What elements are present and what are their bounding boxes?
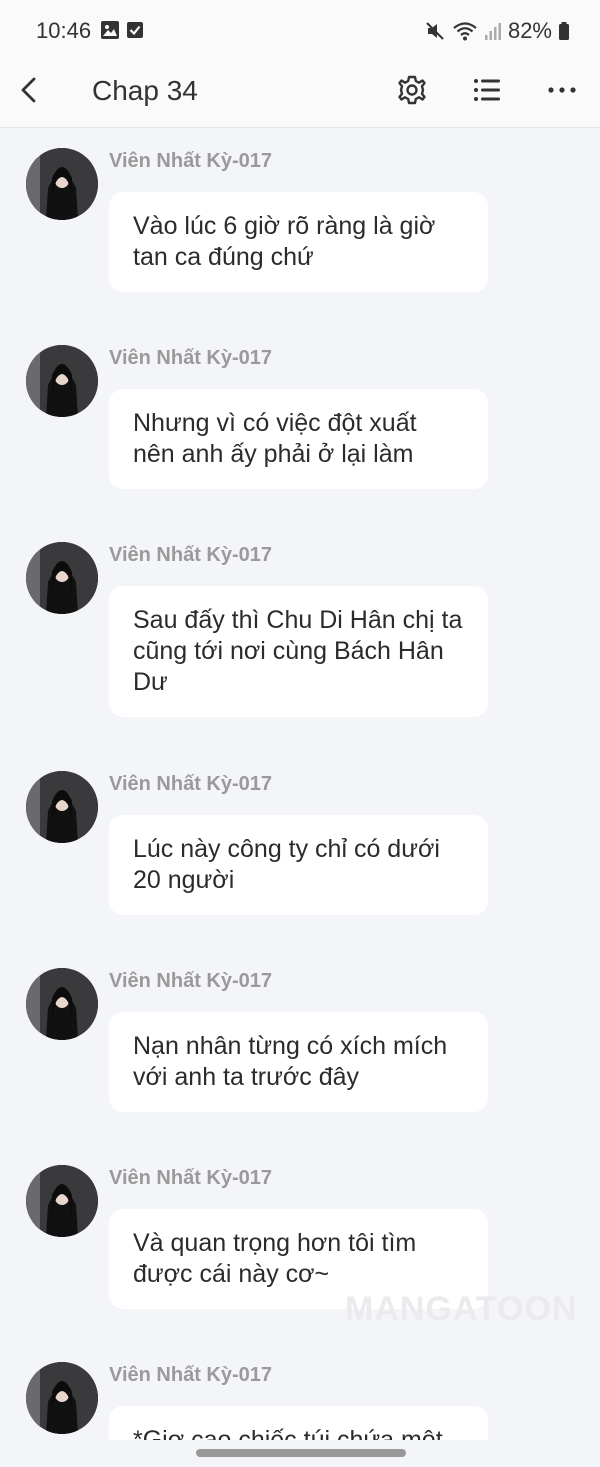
message-bubble: Nhưng vì có việc đột xuất nên anh ấy phả… bbox=[109, 389, 488, 489]
list-icon[interactable] bbox=[471, 74, 503, 106]
mute-icon bbox=[426, 22, 444, 40]
avatar-image bbox=[26, 542, 98, 614]
watermark: MANGATOON bbox=[345, 1290, 578, 1328]
sender-name: Viên Nhất Kỳ-017 bbox=[109, 347, 273, 369]
checkbox-icon bbox=[127, 22, 143, 38]
sender-name: Viên Nhất Kỳ-017 bbox=[109, 150, 273, 172]
message-bubble: Sau đấy thì Chu Di Hân chị ta cũng tới n… bbox=[109, 586, 488, 717]
avatar[interactable] bbox=[26, 968, 98, 1040]
message-bubble: Vào lúc 6 giờ rõ ràng là giờ tan ca đúng… bbox=[109, 192, 488, 292]
avatar-image bbox=[26, 1362, 98, 1434]
gallery-icon bbox=[101, 21, 119, 39]
home-indicator[interactable] bbox=[196, 1449, 406, 1457]
status-time: 10:46 bbox=[36, 18, 92, 43]
settings-gear-icon[interactable] bbox=[396, 74, 428, 106]
avatar-image bbox=[26, 148, 98, 220]
sender-name: Viên Nhất Kỳ-017 bbox=[109, 773, 273, 795]
avatar[interactable] bbox=[26, 542, 98, 614]
avatar[interactable] bbox=[26, 1165, 98, 1237]
avatar-image bbox=[26, 968, 98, 1040]
signal-icon bbox=[484, 23, 501, 40]
message-bubble: Nạn nhân từng có xích mích với anh ta tr… bbox=[109, 1012, 488, 1112]
chapter-title: Chap 34 bbox=[92, 75, 198, 106]
message-bubble: Lúc này công ty chỉ có dưới 20 người bbox=[109, 815, 488, 915]
sender-name: Viên Nhất Kỳ-017 bbox=[109, 1364, 273, 1386]
avatar[interactable] bbox=[26, 345, 98, 417]
avatar[interactable] bbox=[26, 148, 98, 220]
battery-icon bbox=[559, 22, 569, 40]
sender-name: Viên Nhất Kỳ-017 bbox=[109, 1167, 273, 1189]
avatar-image bbox=[26, 345, 98, 417]
more-dots-icon[interactable] bbox=[546, 74, 578, 106]
sender-name: Viên Nhất Kỳ-017 bbox=[109, 544, 273, 566]
status-bar: 10:46 82% bbox=[0, 0, 600, 60]
avatar[interactable] bbox=[26, 771, 98, 843]
sender-name: Viên Nhất Kỳ-017 bbox=[109, 970, 273, 992]
avatar-image bbox=[26, 1165, 98, 1237]
chat-list[interactable]: Viên Nhất Kỳ-017 Vào lúc 6 giờ rõ ràng l… bbox=[0, 128, 600, 1440]
avatar-image bbox=[26, 771, 98, 843]
app-header: Chap 34 bbox=[0, 60, 600, 128]
back-arrow-icon[interactable] bbox=[14, 74, 46, 106]
avatar[interactable] bbox=[26, 1362, 98, 1434]
message-bubble: *Giơ cao chiếc túi chứa một bbox=[109, 1406, 488, 1440]
battery-percent: 82% bbox=[507, 18, 552, 43]
wifi-icon bbox=[453, 22, 477, 41]
status-right: 82% bbox=[424, 18, 570, 44]
